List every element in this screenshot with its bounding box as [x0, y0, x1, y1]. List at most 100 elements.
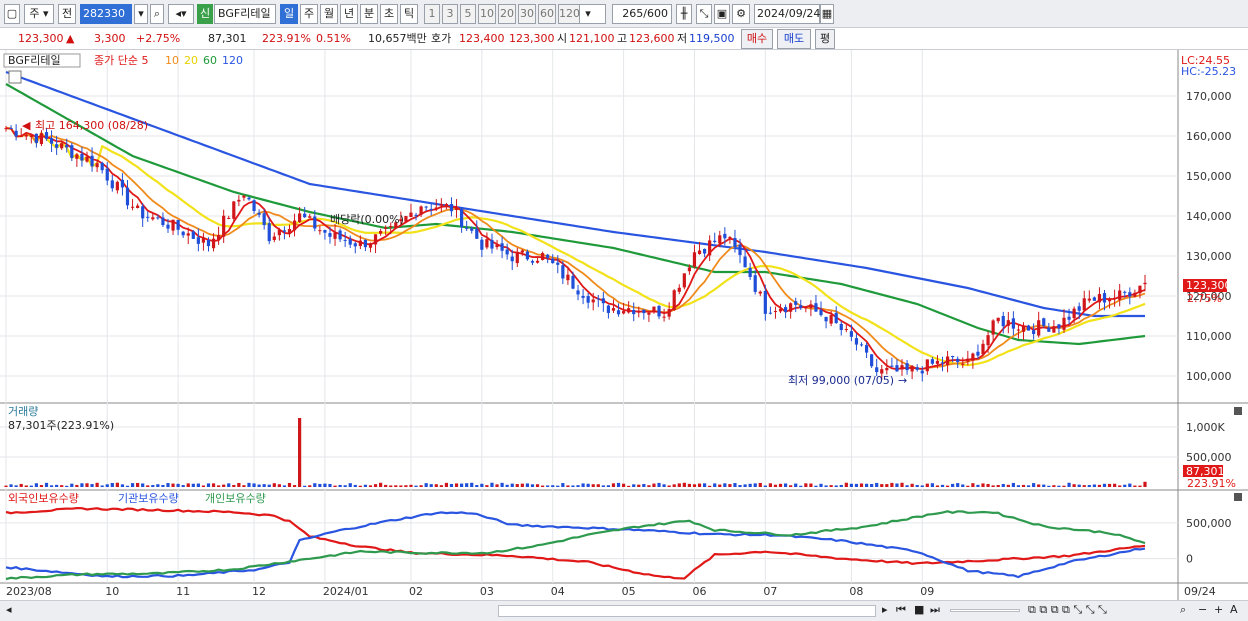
candle-body: [718, 235, 722, 244]
candle-body: [814, 303, 818, 312]
scroll-right-icon[interactable]: ▸: [882, 603, 888, 616]
volume-bar: [424, 483, 428, 487]
candle-type-icon[interactable]: ╫: [676, 4, 692, 24]
code-input[interactable]: 282330: [80, 4, 132, 24]
unit-3[interactable]: 3: [442, 4, 458, 24]
candle-body: [1001, 316, 1005, 327]
candle-body: [1077, 306, 1081, 311]
candle-body: [621, 311, 626, 314]
period-select[interactable]: 주 ▾: [24, 4, 54, 24]
buy-button[interactable]: 매수: [741, 29, 773, 49]
code-dropdown-icon[interactable]: ▾: [134, 4, 148, 24]
font-size-icon[interactable]: A: [1230, 603, 1238, 616]
stock-name-field[interactable]: BGF리테일: [214, 4, 276, 24]
window-icon[interactable]: ▢: [4, 4, 20, 24]
scroll-left-icon[interactable]: ◂: [6, 603, 12, 616]
stock-chart[interactable]: 170,000160,000150,000140,000130,000120,0…: [0, 50, 1248, 600]
unit-10[interactable]: 10: [478, 4, 496, 24]
ask-label: 호가: [431, 32, 452, 45]
candle-body: [181, 231, 185, 236]
last-price-value: 123,300: [1186, 279, 1232, 292]
sell-button[interactable]: 매도: [777, 29, 811, 49]
candle-body: [1072, 308, 1076, 319]
volume-bar: [247, 482, 251, 487]
volume-bar: [353, 484, 357, 487]
layout-icons[interactable]: ⧉ ⧉ ⧉ ⧉ ⤡ ⤡ ⤡: [1028, 603, 1107, 617]
volume-bar: [14, 485, 18, 487]
unit-1[interactable]: 1: [424, 4, 440, 24]
search-icon[interactable]: ⌕: [150, 4, 164, 24]
zoom-out-icon[interactable]: −: [1198, 603, 1207, 616]
zoom-slider[interactable]: [950, 609, 1020, 612]
table-icon[interactable]: [8, 70, 22, 84]
tab-5[interactable]: 초: [380, 4, 398, 24]
holder-close-icon[interactable]: [1234, 493, 1242, 501]
candle-body: [900, 365, 904, 370]
candle-body: [723, 233, 727, 239]
zoom-icon[interactable]: ⌕: [1180, 603, 1186, 617]
save-icon[interactable]: ▣: [714, 4, 730, 24]
date-field[interactable]: 2024/09/24: [754, 4, 820, 24]
count-field[interactable]: 265/600: [612, 4, 672, 24]
candle-body: [667, 308, 671, 317]
volume-bar: [981, 483, 985, 487]
volume-bar: [520, 483, 524, 487]
candle-body: [920, 370, 924, 374]
calendar-icon[interactable]: ▦: [820, 4, 834, 24]
volume-bar: [55, 484, 59, 487]
tab-3[interactable]: 년: [340, 4, 358, 24]
prev-button[interactable]: 전: [58, 4, 76, 24]
volume-bar: [915, 484, 919, 487]
volume-bar: [677, 483, 681, 487]
volume-bar: [596, 484, 600, 487]
volume-bar: [586, 483, 590, 487]
candle-body: [515, 251, 519, 264]
zoom-in-icon[interactable]: +: [1214, 603, 1223, 616]
unit-30[interactable]: 30: [518, 4, 536, 24]
last-page-icon[interactable]: ⏭: [930, 603, 940, 617]
stop-icon[interactable]: ■: [914, 603, 924, 616]
tab-6[interactable]: 틱: [400, 4, 418, 24]
volume-bar: [525, 483, 530, 487]
volume-bar: [1107, 483, 1112, 487]
volume-bar: [697, 483, 702, 487]
scroll-thumb[interactable]: [498, 605, 876, 617]
holder-tick-label: 0: [1186, 553, 1193, 566]
first-page-icon[interactable]: ⏮: [896, 603, 906, 617]
volume-bar: [1097, 484, 1102, 487]
date-tick-label: 10: [105, 585, 119, 598]
unit-20[interactable]: 20: [498, 4, 516, 24]
volume-bar: [70, 483, 74, 487]
settings-gear-icon[interactable]: ⚙: [732, 4, 750, 24]
tab-0[interactable]: 일: [280, 4, 298, 24]
candle-body: [561, 265, 565, 279]
tab-2[interactable]: 월: [320, 4, 338, 24]
tab-1[interactable]: 주: [300, 4, 318, 24]
speaker-icon[interactable]: ◂▾: [168, 4, 194, 24]
hc-label: HC:-25.23: [1181, 65, 1236, 78]
volume-bar: [1052, 485, 1056, 487]
low-price: 119,500: [689, 32, 735, 45]
volume-bar: [1123, 484, 1127, 487]
volume-bar: [1118, 485, 1122, 487]
candle-body: [738, 244, 742, 256]
volume-bar: [713, 483, 717, 487]
volume-close-icon[interactable]: [1234, 407, 1242, 415]
unit-5[interactable]: 5: [460, 4, 476, 24]
eval-button[interactable]: 평: [815, 29, 835, 49]
candle-body: [743, 256, 747, 268]
volume-bar: [758, 482, 762, 487]
volume-bar: [287, 483, 292, 487]
volume-bar: [232, 484, 236, 487]
candle-body: [783, 307, 788, 312]
unit-120[interactable]: 120: [558, 4, 580, 24]
candle-body: [186, 233, 190, 236]
unit-60[interactable]: 60: [538, 4, 556, 24]
volume-bar: [429, 484, 433, 487]
candle-body: [966, 358, 970, 362]
volume-bar: [556, 485, 560, 487]
crosshair-icon[interactable]: ⤡: [696, 4, 712, 24]
volume-bar: [181, 485, 185, 487]
tab-4[interactable]: 분: [360, 4, 378, 24]
candle-body: [586, 296, 590, 303]
